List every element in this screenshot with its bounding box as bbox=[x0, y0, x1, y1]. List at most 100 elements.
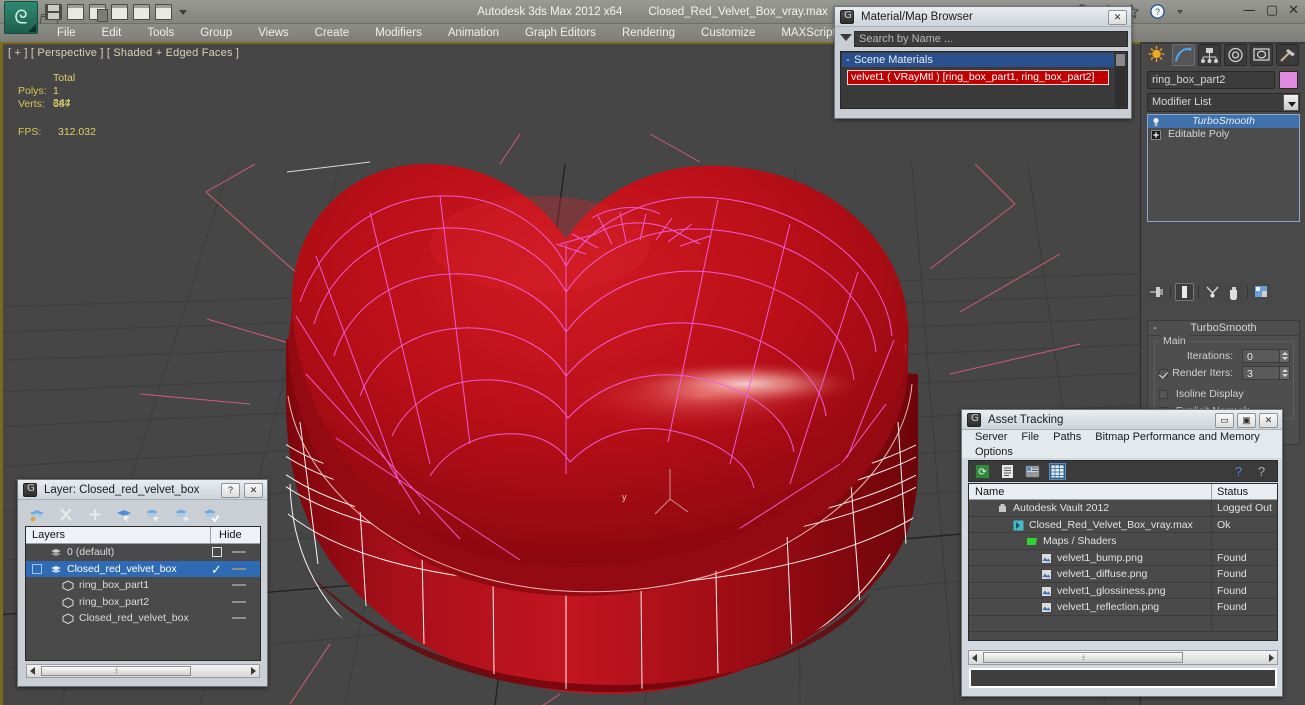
asset-menu-bitmap-performance[interactable]: Bitmap Performance and Memory bbox=[1088, 430, 1266, 445]
help-blue-icon[interactable]: ? bbox=[1231, 464, 1246, 479]
scene-materials-group[interactable]: Scene Materials bbox=[842, 53, 1114, 67]
material-entry-velvet1[interactable]: velvet1 ( VRayMtl ) [ring_box_part1, rin… bbox=[847, 70, 1109, 85]
object-color-swatch[interactable] bbox=[1279, 71, 1298, 89]
rollout-header[interactable]: - TurboSmooth bbox=[1148, 321, 1299, 336]
chevron-down-small-icon[interactable] bbox=[1177, 9, 1183, 14]
table-row[interactable]: velvet1_glossiness.png Found bbox=[969, 582, 1277, 599]
menu-rendering[interactable]: Rendering bbox=[609, 24, 688, 42]
window-icon[interactable] bbox=[67, 4, 84, 20]
set-current-layer-icon[interactable] bbox=[203, 507, 220, 522]
list-item[interactable]: Closed_red_velvet_box bbox=[26, 610, 260, 627]
layer-manager-window[interactable]: Layer: Closed_red_velvet_box ? ✕ bbox=[17, 479, 268, 687]
column-header-hide[interactable]: Hide bbox=[210, 527, 260, 543]
menu-group[interactable]: Group bbox=[187, 24, 245, 42]
delete-layer-icon[interactable] bbox=[58, 507, 74, 522]
column-header-status[interactable]: Status bbox=[1212, 484, 1277, 499]
modify-tab[interactable] bbox=[1172, 44, 1195, 66]
chevron-down-icon[interactable] bbox=[1283, 94, 1299, 111]
asset-tracking-status-field[interactable] bbox=[969, 668, 1277, 688]
asset-tracking-minimize-button[interactable]: ▭ bbox=[1215, 413, 1234, 428]
scrollbar-thumb[interactable] bbox=[983, 652, 1183, 663]
viewport-label[interactable]: [ + ] [ Perspective ] [ Shaded + Edged F… bbox=[8, 47, 239, 59]
scroll-right-icon[interactable] bbox=[1269, 653, 1274, 662]
lightbulb-icon[interactable] bbox=[1151, 117, 1161, 127]
table-row[interactable]: velvet1_bump.png Found bbox=[969, 549, 1277, 566]
asset-tracking-titlebar[interactable]: Asset Tracking ▭ ▣ ✕ bbox=[962, 410, 1282, 430]
menu-file[interactable]: File bbox=[44, 24, 89, 42]
menu-animation[interactable]: Animation bbox=[435, 24, 512, 42]
table-row[interactable]: Maps / Shaders bbox=[969, 533, 1277, 550]
menu-customize[interactable]: Customize bbox=[688, 24, 768, 42]
hierarchy-tab[interactable] bbox=[1198, 44, 1221, 66]
chevron-down-icon[interactable] bbox=[179, 9, 187, 15]
asset-tracking-maximize-button[interactable]: ▣ bbox=[1237, 413, 1256, 428]
column-header-layers[interactable]: Layers bbox=[26, 527, 210, 543]
table-row[interactable]: Closed_Red_Velvet_Box_vray.max Ok bbox=[969, 516, 1277, 533]
remove-modifier-button[interactable] bbox=[1224, 283, 1243, 301]
material-search-input[interactable]: Search by Name ... bbox=[854, 31, 1128, 47]
current-layer-check-icon[interactable]: ✓ bbox=[211, 562, 222, 578]
menu-graph-editors[interactable]: Graph Editors bbox=[512, 24, 609, 42]
refresh-icon[interactable]: ⟳ bbox=[975, 464, 990, 479]
make-unique-button[interactable] bbox=[1203, 283, 1222, 301]
table-row[interactable]: Autodesk Vault 2012 Logged Out bbox=[969, 500, 1277, 517]
isoline-display-row[interactable]: Isoline Display bbox=[1155, 386, 1293, 403]
motion-tab[interactable] bbox=[1224, 44, 1247, 66]
add-layer-icon[interactable] bbox=[87, 507, 103, 522]
help-grey-icon[interactable]: ? bbox=[1254, 464, 1269, 479]
isoline-display-checkbox[interactable] bbox=[1159, 389, 1168, 399]
show-end-result-button[interactable] bbox=[1175, 283, 1194, 301]
3dsmax-app-logo[interactable]: ᘓ bbox=[4, 1, 38, 34]
pin-stack-button[interactable] bbox=[1147, 283, 1166, 301]
iterations-spinner[interactable]: 0 bbox=[1242, 349, 1290, 363]
render-iters-checkbox[interactable] bbox=[1159, 369, 1168, 378]
menu-edit[interactable]: Edit bbox=[89, 24, 135, 42]
list-view-icon[interactable] bbox=[1000, 464, 1015, 479]
column-header-name[interactable]: Name bbox=[969, 484, 1212, 499]
menu-modifiers[interactable]: Modifiers bbox=[362, 24, 435, 42]
asset-menu-paths[interactable]: Paths bbox=[1046, 430, 1088, 445]
asset-menu-options[interactable]: Options bbox=[968, 445, 1020, 460]
save-icon[interactable] bbox=[45, 4, 62, 20]
hide-checkbox[interactable] bbox=[212, 547, 222, 557]
modifier-stack-item-turbosmooth[interactable]: TurboSmooth bbox=[1148, 115, 1299, 128]
maximize-button[interactable]: ▢ bbox=[1266, 3, 1278, 18]
modifier-list-dropdown[interactable]: Modifier List bbox=[1147, 93, 1300, 112]
list-item[interactable]: ring_box_part2 bbox=[26, 594, 260, 611]
grid-view-icon[interactable] bbox=[1049, 462, 1066, 480]
layer-list-hscrollbar[interactable] bbox=[26, 664, 260, 678]
list-item[interactable]: 0 (default) bbox=[26, 544, 260, 561]
modifier-stack-item-editable-poly[interactable]: Editable Poly bbox=[1148, 128, 1299, 141]
asset-tracking-window[interactable]: Asset Tracking ▭ ▣ ✕ Server File Paths B… bbox=[961, 409, 1283, 697]
plus-box-icon[interactable] bbox=[1151, 130, 1161, 140]
menu-create[interactable]: Create bbox=[302, 24, 363, 42]
list-item[interactable]: ring_box_part1 bbox=[26, 577, 260, 594]
highlight-selected-objects-icon[interactable] bbox=[145, 507, 161, 522]
table-row[interactable]: velvet1_reflection.png Found bbox=[969, 599, 1277, 616]
list-item[interactable]: Closed_red_velvet_box ✓ bbox=[26, 560, 260, 578]
asset-menu-server[interactable]: Server bbox=[968, 430, 1014, 445]
menu-views[interactable]: Views bbox=[245, 24, 301, 42]
scroll-left-icon[interactable] bbox=[972, 653, 977, 662]
menu-tools[interactable]: Tools bbox=[134, 24, 187, 42]
layer-close-button[interactable]: ✕ bbox=[244, 483, 263, 498]
close-button[interactable]: ✕ bbox=[1288, 3, 1299, 18]
scroll-right-icon[interactable] bbox=[251, 667, 256, 675]
table-row[interactable]: velvet1_diffuse.png Found bbox=[969, 566, 1277, 583]
object-name-field[interactable]: ring_box_part2 bbox=[1147, 71, 1275, 89]
asset-tracking-hscrollbar[interactable] bbox=[968, 650, 1278, 665]
collapse-icon[interactable]: - bbox=[1153, 321, 1157, 336]
asset-tracking-grid[interactable]: Name Status Autodesk Vault 2012 Logged O… bbox=[968, 483, 1278, 641]
create-tab[interactable] bbox=[1146, 44, 1169, 66]
material-list-scrollbar[interactable] bbox=[1115, 53, 1126, 107]
utilities-tab[interactable] bbox=[1276, 44, 1299, 66]
scrollbar-thumb[interactable] bbox=[41, 666, 191, 676]
spinner-arrows-icon[interactable] bbox=[1279, 350, 1289, 362]
scroll-left-icon[interactable] bbox=[30, 667, 35, 675]
scrollbar-thumb[interactable] bbox=[1116, 54, 1125, 66]
material-browser-close-button[interactable]: ✕ bbox=[1108, 10, 1127, 25]
select-objects-in-layer-icon[interactable] bbox=[116, 507, 132, 522]
layer-list[interactable]: Layers Hide 0 (default) Closed_red_velve… bbox=[25, 526, 261, 661]
configure-modifier-sets-button[interactable] bbox=[1252, 283, 1271, 301]
layer-window-titlebar[interactable]: Layer: Closed_red_velvet_box ? ✕ bbox=[18, 480, 267, 500]
